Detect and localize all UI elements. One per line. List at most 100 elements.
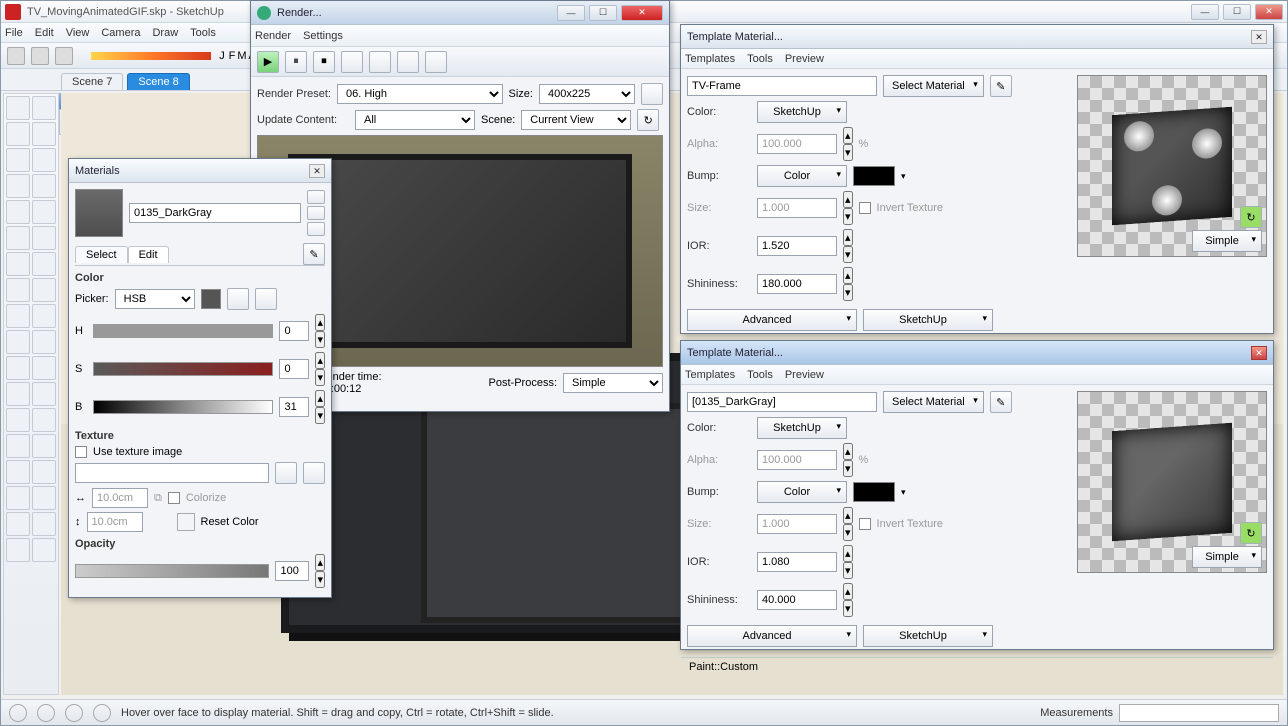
select-tool[interactable] (6, 96, 30, 120)
measurements-input[interactable] (1119, 704, 1279, 722)
texture-height-input[interactable] (87, 512, 143, 532)
menu-camera[interactable]: Camera (101, 27, 140, 39)
rotate-tool[interactable] (6, 226, 30, 250)
render-size-btn[interactable] (641, 83, 663, 105)
render-close-button[interactable]: ✕ (621, 5, 663, 21)
tm1-titlebar[interactable]: Template Material... ✕ (681, 25, 1273, 49)
add-material-button[interactable] (307, 206, 325, 220)
tm2-close[interactable]: ✕ (1251, 346, 1267, 360)
pan-tool[interactable] (6, 382, 30, 406)
render-max-button[interactable]: ☐ (589, 5, 617, 21)
maximize-button[interactable]: ☐ (1223, 4, 1251, 20)
render-tool-button[interactable] (397, 51, 419, 73)
zoom-tool[interactable] (32, 382, 56, 406)
tm2-advanced-select[interactable]: Advanced (687, 625, 857, 647)
materials-titlebar[interactable]: Materials ✕ (69, 159, 331, 183)
tm1-invert-checkbox[interactable] (859, 202, 871, 214)
opacity-slider[interactable] (75, 564, 269, 578)
tm1-close[interactable]: ✕ (1251, 30, 1267, 44)
tm1-preview-mode[interactable]: Simple (1192, 230, 1262, 252)
h-slider[interactable] (93, 324, 273, 338)
render-preset-select[interactable]: 06. High (337, 84, 503, 104)
tm2-titlebar[interactable]: Template Material... ✕ (681, 341, 1273, 365)
opacity-input[interactable] (275, 561, 309, 581)
render-refresh-button[interactable]: ↻ (637, 109, 659, 131)
render-titlebar[interactable]: Render... — ☐ ✕ (251, 1, 669, 25)
update-content-select[interactable]: All (355, 110, 475, 130)
pushpull-tool[interactable] (6, 252, 30, 276)
lookaround-tool[interactable] (6, 434, 30, 458)
tm1-menu-tools[interactable]: Tools (747, 53, 773, 65)
tool[interactable] (32, 538, 56, 562)
render-tool-button[interactable] (341, 51, 363, 73)
tool[interactable] (32, 486, 56, 510)
toolbar-icon[interactable] (31, 47, 49, 65)
circle-tool[interactable] (6, 174, 30, 198)
tm2-color-select[interactable]: SketchUp (757, 417, 847, 439)
tm1-size-input[interactable] (757, 198, 837, 218)
materials-close[interactable]: ✕ (309, 164, 325, 178)
tm2-preview-mode[interactable]: Simple (1192, 546, 1262, 568)
tm1-ior-input[interactable] (757, 236, 837, 256)
create-material-button[interactable] (307, 190, 325, 204)
move-tool[interactable] (32, 200, 56, 224)
tm2-size-input[interactable] (757, 514, 837, 534)
render-play-button[interactable]: ▶ (257, 51, 279, 73)
tm1-menu-templates[interactable]: Templates (685, 53, 735, 65)
material-name-input[interactable] (129, 203, 301, 223)
match-screen-icon[interactable] (255, 288, 277, 310)
texture-path-input[interactable] (75, 463, 269, 483)
scene-tab[interactable]: Scene 7 (61, 73, 123, 90)
tm1-alpha-input[interactable] (757, 134, 837, 154)
render-size-select[interactable]: 400x225 (539, 84, 635, 104)
render-tool-button[interactable] (425, 51, 447, 73)
tm2-bump-select[interactable]: Color (757, 481, 847, 503)
tm2-name-input[interactable] (687, 392, 877, 412)
sb-icon[interactable] (9, 704, 27, 722)
spin-down[interactable]: ▾ (315, 407, 325, 424)
eyedropper-icon[interactable]: ✎ (303, 243, 325, 265)
close-button[interactable]: ✕ (1255, 4, 1283, 20)
scale-tool[interactable] (32, 226, 56, 250)
toolbar-icon[interactable] (7, 47, 25, 65)
section-tool[interactable] (6, 356, 30, 380)
link-icon[interactable]: ⧉ (154, 492, 162, 505)
axes-tool[interactable] (32, 304, 56, 328)
eyedropper-icon[interactable]: ✎ (990, 75, 1012, 97)
sb-icon[interactable] (37, 704, 55, 722)
menu-file[interactable]: File (5, 27, 23, 39)
spin-up[interactable]: ▴ (315, 352, 325, 369)
b-slider[interactable] (93, 400, 273, 414)
tool[interactable] (6, 460, 30, 484)
tm1-advanced-select[interactable]: Advanced (687, 309, 857, 331)
scene-tab-active[interactable]: Scene 8 (127, 73, 189, 90)
tm1-name-input[interactable] (687, 76, 877, 96)
spin-up[interactable]: ▴ (315, 554, 325, 571)
help-icon[interactable] (93, 704, 111, 722)
minimize-button[interactable]: — (1191, 4, 1219, 20)
tape-tool[interactable] (32, 278, 56, 302)
tm1-menu-preview[interactable]: Preview (785, 53, 824, 65)
menu-draw[interactable]: Draw (152, 27, 178, 39)
render-menu-settings[interactable]: Settings (303, 30, 343, 42)
text-tool[interactable] (32, 330, 56, 354)
tm2-bump-color[interactable] (853, 482, 895, 502)
tm1-select-material[interactable]: Select Material (883, 75, 984, 97)
spin-down[interactable]: ▾ (315, 571, 325, 588)
tm2-select-material[interactable]: Select Material (883, 391, 984, 413)
s-slider[interactable] (93, 362, 273, 376)
material-swatch[interactable] (75, 189, 123, 237)
tm2-shin-input[interactable] (757, 590, 837, 610)
dimension-tool[interactable] (6, 330, 30, 354)
tm1-color-select[interactable]: SketchUp (757, 101, 847, 123)
walk-tool[interactable] (32, 434, 56, 458)
render-pause-button[interactable]: ⏸ (285, 51, 307, 73)
freehand-tool[interactable] (6, 200, 30, 224)
menu-tools[interactable]: Tools (190, 27, 216, 39)
tm1-bump-select[interactable]: Color (757, 165, 847, 187)
tool[interactable] (32, 460, 56, 484)
spin-down[interactable]: ▾ (315, 369, 325, 386)
tm1-refresh-preview[interactable]: ↻ (1240, 206, 1262, 228)
browse-texture-button[interactable] (275, 462, 297, 484)
orbit-tool[interactable] (32, 356, 56, 380)
